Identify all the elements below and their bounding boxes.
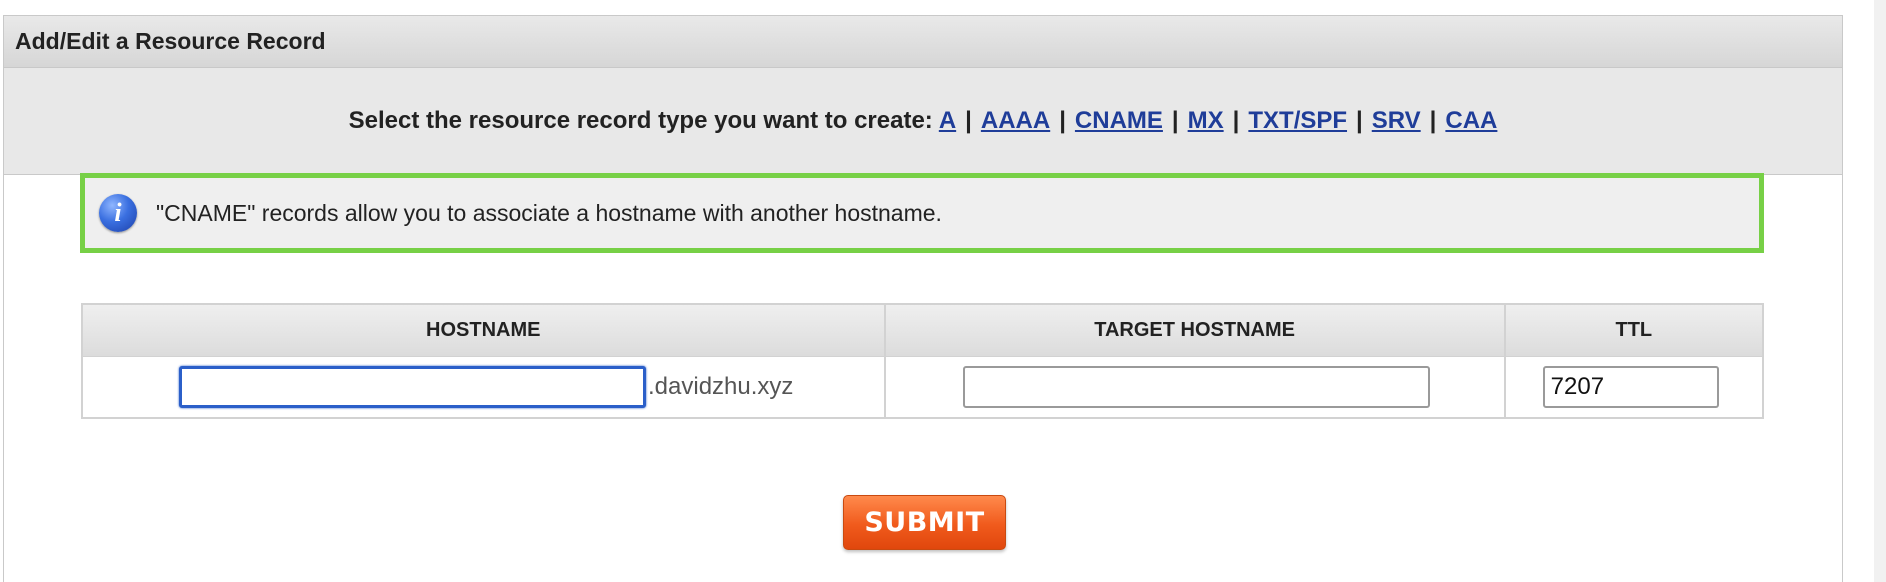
record-type-prompt: Select the resource record type you want… (348, 107, 933, 134)
record-type-link-a[interactable]: A (939, 107, 956, 135)
record-type-link-srv[interactable]: SRV (1372, 107, 1421, 135)
table-row: .davidzhu.xyz (82, 356, 1765, 418)
target-hostname-input[interactable] (962, 366, 1430, 408)
record-type-link-caa[interactable]: CAA (1445, 107, 1497, 135)
column-header-hostname: HOSTNAME (82, 304, 886, 357)
hostname-cell: .davidzhu.xyz (82, 356, 886, 418)
submit-button[interactable]: SUBMIT (843, 495, 1006, 550)
info-message: "CNAME" records allow you to associate a… (156, 199, 942, 226)
record-table: HOSTNAME TARGET HOSTNAME TTL .davidzhu.x… (81, 303, 1765, 419)
separator: | (1059, 107, 1066, 134)
record-type-link-txt-spf[interactable]: TXT/SPF (1248, 107, 1347, 135)
table-header-row: HOSTNAME TARGET HOSTNAME TTL (82, 304, 1765, 357)
record-type-link-cname[interactable]: CNAME (1075, 107, 1163, 135)
panel-title: Add/Edit a Resource Record (4, 16, 1842, 68)
separator: | (1171, 107, 1179, 134)
separator: | (1232, 107, 1240, 134)
target-hostname-cell (884, 356, 1506, 418)
hostname-input[interactable] (179, 366, 646, 408)
scrollbar[interactable] (1874, 0, 1886, 582)
separator: | (965, 107, 972, 134)
column-header-ttl: TTL (1504, 304, 1765, 357)
domain-suffix: .davidzhu.xyz (648, 373, 794, 400)
cname-info-box: i "CNAME" records allow you to associate… (80, 173, 1764, 253)
record-type-link-aaaa[interactable]: AAAA (981, 107, 1050, 135)
ttl-cell (1504, 356, 1765, 418)
separator: | (1429, 107, 1437, 134)
separator: | (1356, 107, 1363, 134)
ttl-input[interactable] (1542, 366, 1719, 408)
info-icon: i (99, 194, 137, 232)
record-type-link-mx[interactable]: MX (1188, 107, 1224, 135)
record-type-selector: Select the resource record type you want… (4, 68, 1842, 175)
column-header-target-hostname: TARGET HOSTNAME (884, 304, 1506, 357)
